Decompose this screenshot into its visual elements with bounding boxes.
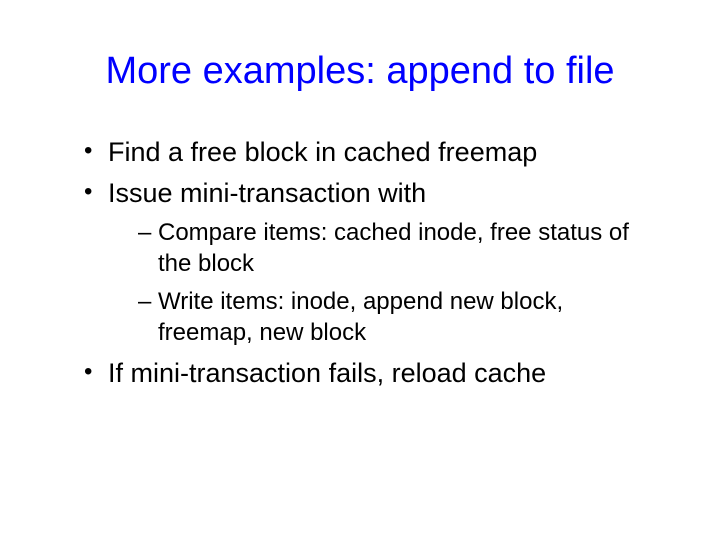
bullet-text: Issue mini-transaction with [108,178,426,208]
bullet-list: Find a free block in cached freemap Issu… [60,135,660,391]
list-item: Compare items: cached inode, free status… [138,217,660,279]
slide-title: More examples: append to file [60,50,660,93]
sub-bullet-list: Compare items: cached inode, free status… [108,217,660,348]
list-item: Find a free block in cached freemap [84,135,660,170]
list-item: Issue mini-transaction with Compare item… [84,176,660,348]
bullet-text: If mini-transaction fails, reload cache [108,358,546,388]
bullet-text: Find a free block in cached freemap [108,137,537,167]
sub-bullet-text: Compare items: cached inode, free status… [158,219,629,277]
sub-bullet-text: Write items: inode, append new block, fr… [158,288,563,346]
list-item: Write items: inode, append new block, fr… [138,286,660,348]
slide: More examples: append to file Find a fre… [0,0,720,540]
list-item: If mini-transaction fails, reload cache [84,356,660,391]
